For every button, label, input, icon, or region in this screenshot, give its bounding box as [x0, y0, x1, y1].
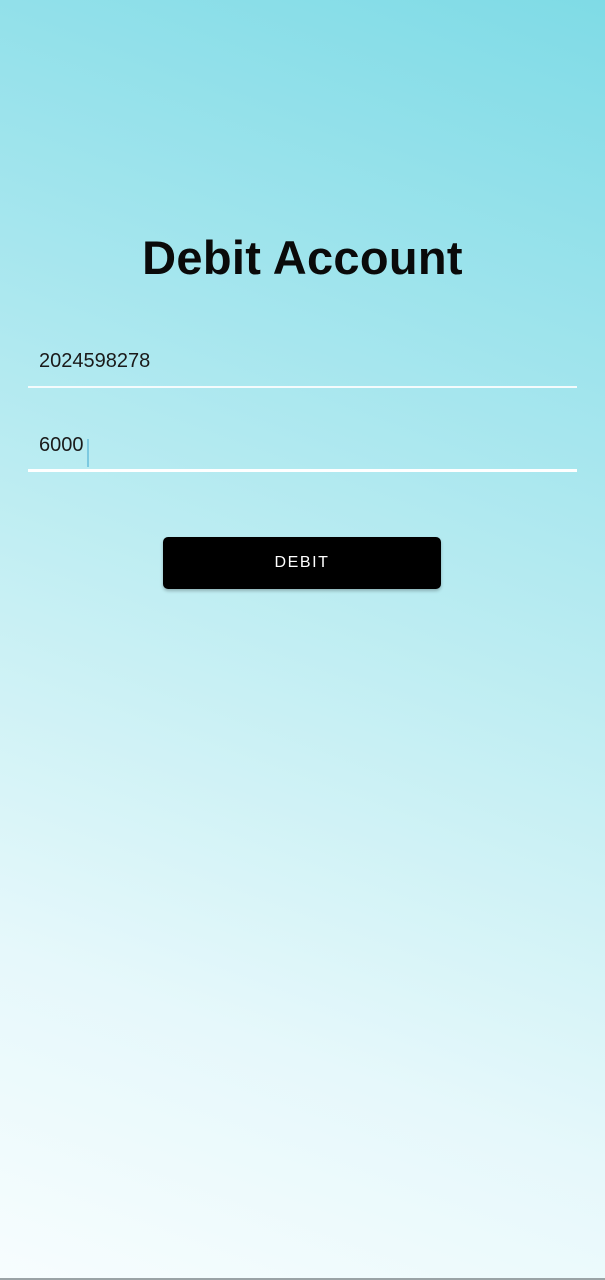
debit-account-screen: Debit Account DEBIT [0, 0, 605, 1280]
page-title: Debit Account [142, 231, 463, 284]
account-number-underline [28, 386, 577, 388]
account-number-field [28, 336, 577, 388]
text-cursor [87, 439, 89, 467]
amount-input[interactable] [28, 420, 577, 470]
amount-field [28, 420, 577, 472]
debit-button[interactable]: DEBIT [163, 537, 441, 589]
account-number-input[interactable] [28, 336, 577, 386]
amount-underline [28, 469, 577, 472]
